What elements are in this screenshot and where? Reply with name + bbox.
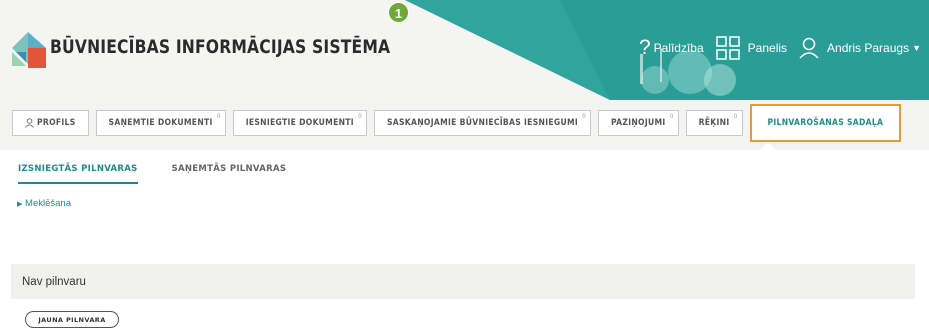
help-icon: ? (638, 36, 651, 59)
caret-right-icon: ▶ (17, 201, 23, 208)
tab-rekini[interactable]: RĒĶINI 0 (685, 110, 743, 136)
subtab-sanemtas-pilnvaras[interactable]: SAŅEMTĀS PILNVARAS (172, 164, 287, 184)
tab-iesniegtie-dokumenti[interactable]: IESNIEGTIE DOKUMENTI 0 (232, 110, 367, 136)
tab-label: PROFILS (37, 118, 76, 128)
new-authorization-button[interactable]: JAUNA PILNVARA (25, 311, 119, 328)
empty-state: Nav pilnvaru (11, 264, 915, 299)
panel-link[interactable]: Panelis (715, 36, 788, 60)
subtab-izsniegtas-pilnvaras[interactable]: IZSNIEGTĀS PILNVARAS (18, 164, 138, 184)
tab-count: 0 (216, 113, 221, 120)
tab-label: PILNVAROŠANAS SADAĻA (767, 118, 884, 128)
top-nav: ? Palīdzība Panelis Andris Paraugs ▼ (639, 36, 921, 60)
step-badge: 1 (388, 2, 409, 23)
person-icon (25, 118, 34, 128)
tab-count: 0 (358, 113, 362, 120)
user-menu[interactable]: Andris Paraugs ▼ (799, 37, 921, 59)
chevron-down-icon: ▼ (912, 43, 921, 53)
grid-icon (715, 36, 740, 60)
tab-count: 0 (733, 113, 738, 120)
tab-label: RĒĶINI (698, 118, 730, 128)
app-header: BŪVNIECĪBAS INFORMĀCIJAS SISTĒMA 1 ? Pal… (0, 0, 929, 100)
tab-pazinojumi[interactable]: PAZIŅOJUMI 0 (598, 110, 679, 136)
tab-sanemtie-dokumenti[interactable]: SAŅEMTIE DOKUMENTI 0 (95, 110, 226, 136)
empty-message: Nav pilnvaru (22, 275, 86, 288)
tab-saskanojamie-iesniegumi[interactable]: SASKAŅOJAMIE BŪVNIECĪBAS IESNIEGUMI 0 (373, 110, 592, 136)
search-toggle-label: Meklēšana (25, 198, 71, 209)
main-tabs: PROFILS SAŅEMTIE DOKUMENTI 0 IESNIEGTIE … (12, 104, 908, 142)
tab-count: 0 (669, 113, 674, 120)
user-name: Andris Paraugs (827, 41, 910, 55)
sub-tabs: IZSNIEGTĀS PILNVARAS SAŅEMTĀS PILNVARAS (18, 164, 320, 184)
tab-label: IESNIEGTIE DOKUMENTI (245, 118, 354, 128)
tab-label: PAZIŅOJUMI (611, 118, 666, 128)
app-title: BŪVNIECĪBAS INFORMĀCIJAS SISTĒMA (50, 36, 391, 58)
help-label: Palīdzība (653, 41, 704, 55)
active-tab-caret (760, 142, 776, 150)
tab-profils[interactable]: PROFILS (12, 110, 89, 136)
search-toggle[interactable]: ▶ Meklēšana (17, 198, 71, 209)
user-icon (799, 37, 819, 59)
help-link[interactable]: ? Palīdzība (638, 36, 704, 59)
panel-label: Panelis (747, 41, 788, 55)
tab-pilnvarosanas-sadala[interactable]: PILNVAROŠANAS SADAĻA (749, 104, 902, 142)
bis-logo-icon (12, 32, 46, 68)
tab-label: SASKAŅOJAMIE BŪVNIECĪBAS IESNIEGUMI (386, 118, 579, 128)
tab-label: SAŅEMTIE DOKUMENTI (108, 118, 213, 128)
tab-count: 0 (582, 113, 587, 120)
